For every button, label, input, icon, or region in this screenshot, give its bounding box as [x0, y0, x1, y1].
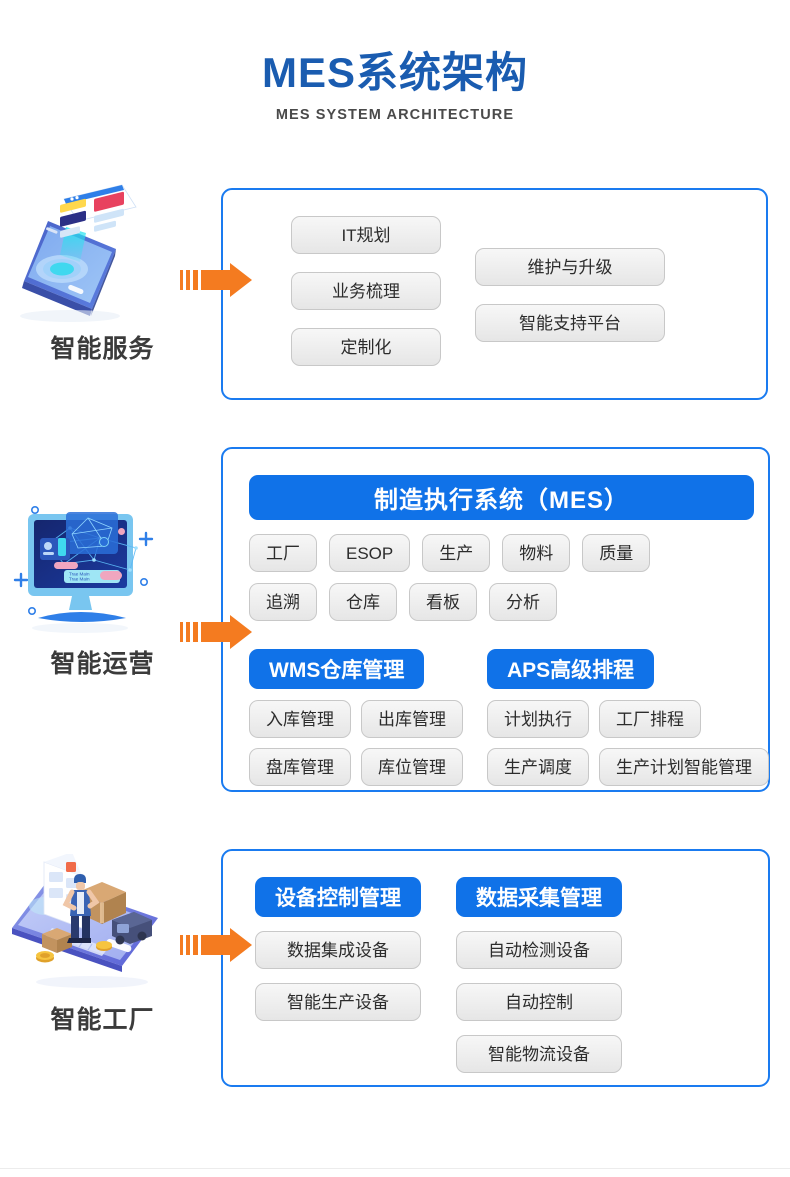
column-equipment-control: 设备控制管理 数据集成设备 智能生产设备 [255, 877, 421, 1087]
orange-arrow-icon-1 [180, 263, 252, 297]
tag-factory[interactable]: 工厂 [249, 534, 317, 572]
tag-smart-support-platform[interactable]: 智能支持平台 [475, 304, 665, 342]
logistics-delivery-phone-icon [8, 854, 198, 994]
sub-module-aps: APS高级排程 计划执行 工厂排程 生产调度 生产计划智能管理 [487, 649, 769, 796]
smartphone-ui-cards-icon [8, 183, 198, 323]
wms-row-1: 入库管理 出库管理 [249, 700, 463, 738]
panel-smart-operation: 制造执行系统（MES） 工厂 ESOP 生产 物料 质量 追溯 仓库 看板 分析 [221, 447, 770, 792]
mes-main-bar[interactable]: 制造执行系统（MES） [249, 475, 754, 520]
tag-it-planning[interactable]: IT规划 [291, 216, 441, 254]
tag-smart-production-plan[interactable]: 生产计划智能管理 [599, 748, 769, 786]
panel-smart-factory: 设备控制管理 数据集成设备 智能生产设备 数据采集管理 自动检测设备 自动控制 … [221, 849, 770, 1087]
illustration-column-smart-service: 智能服务 [0, 175, 205, 410]
tag-auto-inspection-equipment[interactable]: 自动检测设备 [456, 931, 622, 969]
tag-plan-execution[interactable]: 计划执行 [487, 700, 589, 738]
illustration-column-smart-operation: Trae Main Trae Main 智能运营 [0, 440, 205, 810]
tag-inbound-management[interactable]: 入库管理 [249, 700, 351, 738]
section-label-smart-service: 智能服务 [50, 335, 155, 363]
panel-smart-service: IT规划 业务梳理 定制化 维护与升级 智能支持平台 [221, 188, 768, 400]
smart-service-right-tag-group: 维护与升级 智能支持平台 [475, 248, 665, 360]
orange-arrow-icon-3 [180, 928, 252, 962]
section-label-smart-operation: 智能运营 [50, 650, 155, 678]
tag-material[interactable]: 物料 [502, 534, 571, 572]
tag-kanban[interactable]: 看板 [409, 583, 477, 621]
mes-architecture-page: MES系统架构 MES SYSTEM ARCHITECTURE 智能服务 IT规… [0, 0, 790, 1177]
tag-customization[interactable]: 定制化 [291, 328, 441, 366]
tag-warehouse[interactable]: 仓库 [329, 583, 397, 621]
mes-core-row-1: 工厂 ESOP 生产 物料 质量 [249, 534, 651, 572]
tag-location-management[interactable]: 库位管理 [361, 748, 463, 786]
orange-arrow-icon-2 [180, 615, 252, 649]
tag-traceability[interactable]: 追溯 [249, 583, 317, 621]
equipment-control-title-bar[interactable]: 设备控制管理 [255, 877, 421, 917]
aps-row-1: 计划执行 工厂排程 [487, 700, 769, 738]
tag-data-integration-equipment[interactable]: 数据集成设备 [255, 931, 421, 969]
tag-production-dispatch[interactable]: 生产调度 [487, 748, 589, 786]
tag-factory-scheduling[interactable]: 工厂排程 [599, 700, 701, 738]
section-smart-factory: 智能工厂 设备控制管理 数据集成设备 智能生产设备 数据采集管理 自动检测设备 [0, 840, 790, 1105]
smart-factory-columns: 设备控制管理 数据集成设备 智能生产设备 数据采集管理 自动检测设备 自动控制 … [255, 877, 622, 1087]
column-data-acquisition: 数据采集管理 自动检测设备 自动控制 智能物流设备 [456, 877, 622, 1087]
illustration-column-smart-factory: 智能工厂 [0, 840, 205, 1105]
page-title: MES系统架构 [261, 49, 528, 96]
tag-analysis[interactable]: 分析 [489, 583, 557, 621]
aps-row-2: 生产调度 生产计划智能管理 [487, 748, 769, 786]
tag-business-review[interactable]: 业务梳理 [291, 272, 441, 310]
footer-divider [0, 1168, 790, 1169]
page-subtitle: MES SYSTEM ARCHITECTURE [275, 106, 515, 123]
wms-title-bar[interactable]: WMS仓库管理 [249, 649, 425, 689]
svg-text:Trae Main: Trae Main [69, 577, 90, 582]
tag-maintenance-upgrade[interactable]: 维护与升级 [475, 248, 665, 286]
tag-esop[interactable]: ESOP [329, 534, 411, 572]
tag-smart-production-equipment[interactable]: 智能生产设备 [255, 983, 421, 1021]
tag-auto-control[interactable]: 自动控制 [456, 983, 622, 1021]
mes-core-row-2: 追溯 仓库 看板 分析 [249, 583, 650, 621]
mes-main-bar-wrap: 制造执行系统（MES） [249, 475, 754, 520]
section-label-smart-factory: 智能工厂 [50, 1006, 155, 1034]
mes-core-modules: 工厂 ESOP 生产 物料 质量 追溯 仓库 看板 分析 [249, 534, 651, 632]
tag-outbound-management[interactable]: 出库管理 [361, 700, 463, 738]
mes-sub-modules: WMS仓库管理 入库管理 出库管理 盘库管理 库位管理 APS高级排程 计划执行… [249, 649, 769, 796]
section-smart-operation: Trae Main Trae Main 智能运营 制造执行系统（MES） 工厂 … [0, 440, 790, 810]
tag-production[interactable]: 生产 [422, 534, 491, 572]
tag-quality[interactable]: 质量 [582, 534, 651, 572]
data-acquisition-title-bar[interactable]: 数据采集管理 [456, 877, 622, 917]
wms-row-2: 盘库管理 库位管理 [249, 748, 463, 786]
smart-service-left-tag-group: IT规划 业务梳理 定制化 [291, 216, 441, 384]
aps-title-bar[interactable]: APS高级排程 [487, 649, 655, 689]
tag-smart-logistics-equipment[interactable]: 智能物流设备 [456, 1035, 622, 1073]
sub-module-wms: WMS仓库管理 入库管理 出库管理 盘库管理 库位管理 [249, 649, 463, 796]
page-header: MES系统架构 MES SYSTEM ARCHITECTURE [0, 48, 790, 123]
desktop-monitor-network-icon: Trae Main Trae Main [8, 498, 198, 638]
tag-stocktake-management[interactable]: 盘库管理 [249, 748, 351, 786]
section-smart-service: 智能服务 IT规划 业务梳理 定制化 维护与升级 智能支持平台 [0, 175, 790, 410]
